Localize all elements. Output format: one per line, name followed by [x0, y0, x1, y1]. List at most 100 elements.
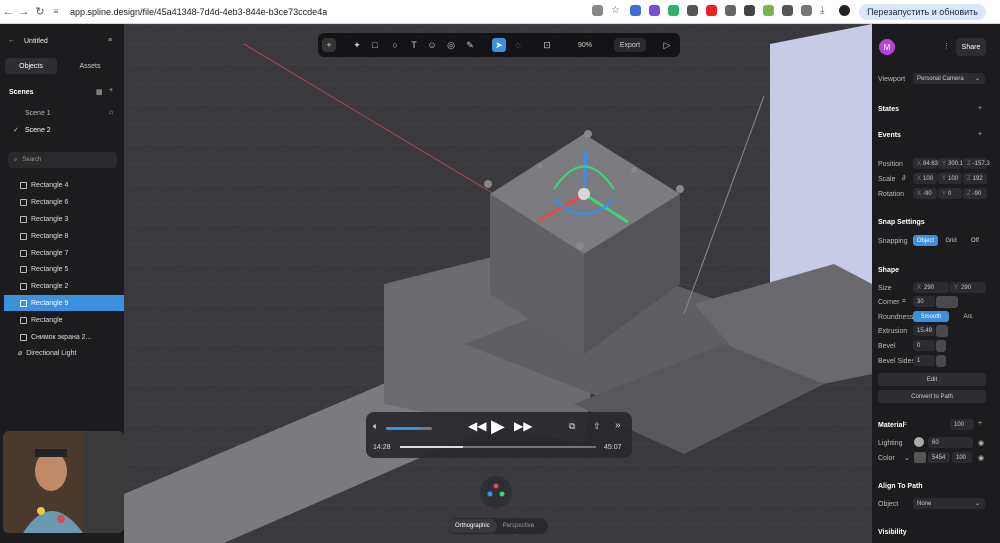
menu-icon[interactable]: ≡: [108, 37, 112, 44]
bevel-sides-slider[interactable]: [936, 355, 946, 367]
position-y[interactable]: Y 300.1: [938, 158, 963, 169]
fast-forward-icon[interactable]: ▶▶: [514, 419, 532, 433]
bevel-sides-input[interactable]: 1: [913, 355, 935, 366]
bevel-slider[interactable]: [936, 340, 946, 352]
file-title[interactable]: Untitled: [24, 38, 48, 45]
snap-off-button[interactable]: Off: [964, 235, 986, 246]
perspective-button[interactable]: Perspective: [497, 519, 540, 533]
add-state-icon[interactable]: +: [978, 105, 982, 112]
more-icon[interactable]: »: [615, 420, 621, 431]
corner-mode-icon[interactable]: ⌗: [902, 298, 906, 306]
object-item[interactable]: ⌀ Directional Light: [4, 345, 124, 361]
size-x[interactable]: X 290: [913, 282, 949, 293]
convert-to-path-button[interactable]: Convert to Path: [878, 390, 986, 403]
scale-x[interactable]: X 100: [913, 173, 937, 184]
text-tool-icon[interactable]: T: [407, 38, 421, 52]
restart-button[interactable]: Перезапустить и обновить: [859, 4, 986, 20]
roundness-arc-button[interactable]: Arc: [950, 311, 986, 322]
corner-input[interactable]: 30: [913, 296, 935, 307]
position-x[interactable]: X 84.63: [913, 158, 938, 169]
kebab-icon[interactable]: ⋮: [943, 42, 950, 50]
extension-icon[interactable]: [668, 5, 679, 16]
puzzle-icon[interactable]: [801, 5, 812, 16]
rectangle-tool-icon[interactable]: □: [368, 38, 382, 52]
scale-z[interactable]: Z 192: [963, 173, 987, 184]
reload-icon[interactable]: ↻: [32, 5, 48, 18]
corner-slider[interactable]: [936, 296, 958, 308]
extension-icon[interactable]: [687, 5, 698, 16]
scene-item-1[interactable]: Scene 1: [25, 110, 51, 117]
color-opacity-input[interactable]: 100: [952, 452, 972, 463]
extension-icon[interactable]: [744, 5, 755, 16]
extension-icon[interactable]: [630, 5, 641, 16]
object-item[interactable]: Rectangle 6: [4, 194, 124, 210]
orthographic-button[interactable]: Orthographic: [448, 519, 497, 533]
translate-icon[interactable]: [592, 5, 603, 16]
edit-button[interactable]: Edit: [878, 373, 986, 386]
share-button[interactable]: Share: [956, 38, 986, 56]
object-item[interactable]: Rectangle 5: [4, 261, 124, 277]
star-icon[interactable]: ☆: [611, 5, 622, 16]
pointer-tool-icon[interactable]: ➤: [492, 38, 506, 52]
eye-icon[interactable]: ◉: [978, 439, 984, 447]
emoji-tool-icon[interactable]: ☺: [425, 38, 439, 52]
play-pause-icon[interactable]: ▶: [491, 416, 505, 437]
extension-icon[interactable]: [782, 5, 793, 16]
address-bar[interactable]: app.spline.design/file/45a41348-7d4d-4eb…: [70, 7, 327, 17]
scene-item-2[interactable]: Scene 2: [25, 127, 51, 134]
add-icon[interactable]: +: [322, 38, 336, 52]
object-item[interactable]: Rectangle: [4, 312, 124, 328]
events-label[interactable]: Events: [878, 132, 901, 139]
add-layer-icon[interactable]: +: [978, 420, 982, 427]
object-item[interactable]: Rectangle 4: [4, 177, 124, 193]
tab-assets[interactable]: Assets: [62, 58, 118, 74]
volume-slider[interactable]: [386, 427, 432, 430]
share-icon[interactable]: ⇧: [593, 421, 601, 432]
tab-objects[interactable]: Objects: [5, 58, 57, 74]
scale-y[interactable]: Y 100: [938, 173, 962, 184]
extension-icon[interactable]: [725, 5, 736, 16]
snap-grid-button[interactable]: Grid: [940, 235, 962, 246]
align-object-select[interactable]: None ⌄: [913, 498, 985, 509]
comment-tool-icon[interactable]: ◌: [511, 38, 525, 52]
object-item[interactable]: Rectangle 2: [4, 278, 124, 294]
extrusion-slider[interactable]: [936, 325, 948, 337]
roundness-smooth-button[interactable]: Smooth: [913, 311, 949, 322]
object-item[interactable]: Снимок экрана 2...: [4, 329, 124, 345]
search-input[interactable]: ⌕ Search: [8, 152, 117, 168]
frame-icon[interactable]: ⊡: [540, 38, 554, 52]
color-swatch[interactable]: [914, 452, 926, 463]
rotation-y[interactable]: Y0: [938, 188, 962, 199]
volume-icon[interactable]: 🔈︎: [373, 421, 378, 432]
site-info-icon[interactable]: ≡: [48, 7, 64, 16]
back-icon[interactable]: ←: [0, 6, 16, 18]
snap-object-button[interactable]: Object: [913, 235, 938, 246]
object-item[interactable]: Rectangle 8: [4, 228, 124, 244]
pip-icon[interactable]: ⧉: [569, 421, 575, 432]
object-item[interactable]: Rectangle 7: [4, 245, 124, 261]
play-icon[interactable]: ▷: [660, 38, 674, 52]
select-tool-icon[interactable]: ✦: [350, 38, 364, 52]
3d-viewport[interactable]: [124, 24, 872, 543]
material-mode-icon[interactable]: ⌗: [903, 421, 907, 429]
profile-icon[interactable]: [839, 5, 850, 16]
rotation-x[interactable]: X -90: [913, 188, 937, 199]
extension-icon[interactable]: [649, 5, 660, 16]
zoom-level[interactable]: 90%: [572, 38, 598, 52]
link-icon[interactable]: ∂: [902, 175, 905, 182]
home-icon[interactable]: ⌂: [109, 109, 113, 116]
object-item-selected[interactable]: Rectangle 9: [4, 295, 124, 311]
position-z[interactable]: Z -157.3: [963, 158, 990, 169]
color-dropdown-icon[interactable]: ⌄: [904, 454, 910, 462]
add-event-icon[interactable]: +: [978, 131, 982, 138]
rotation-z[interactable]: Z -90: [963, 188, 987, 199]
eye-icon[interactable]: ◉: [978, 454, 984, 462]
progress-bar[interactable]: [400, 446, 596, 448]
ellipse-tool-icon[interactable]: ○: [388, 38, 402, 52]
bevel-input[interactable]: 0: [913, 340, 935, 351]
material-opacity[interactable]: 100: [950, 419, 974, 430]
add-scene-icon[interactable]: +: [109, 87, 113, 94]
color-hex-input[interactable]: 5454: [928, 452, 950, 463]
size-y[interactable]: Y 290: [950, 282, 986, 293]
rewind-icon[interactable]: ◀◀: [468, 419, 486, 433]
